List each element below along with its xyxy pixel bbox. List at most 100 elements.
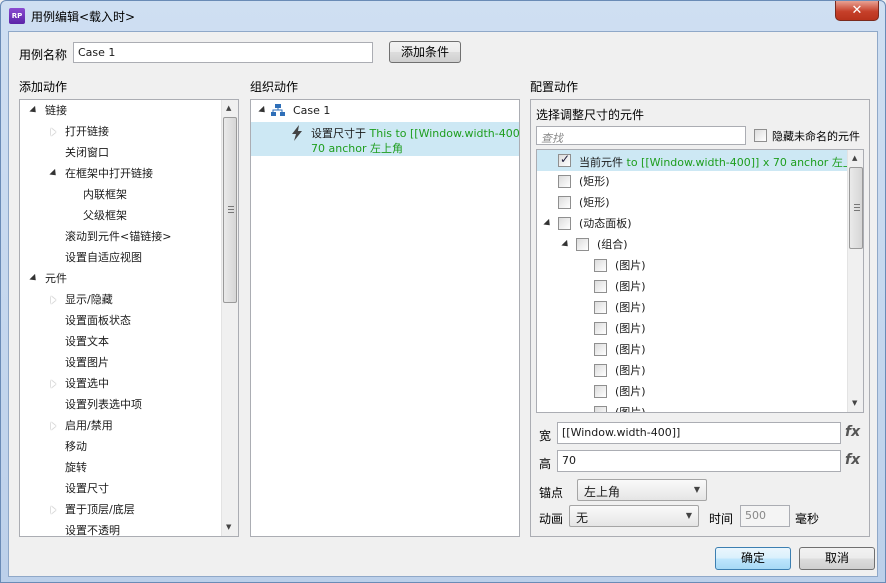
expand-right-icon[interactable]	[51, 422, 56, 430]
action-node-set-size[interactable]: 设置尺寸于 This to [[Window.width-400]] x 70 …	[251, 122, 519, 156]
case-node[interactable]: Case 1	[257, 100, 517, 121]
tree-item-move[interactable]: 移动	[65, 436, 87, 457]
widget-checkbox[interactable]	[594, 259, 607, 272]
widget-checkbox[interactable]	[558, 175, 571, 188]
widget-row[interactable]: (图片)	[537, 360, 847, 381]
widget-checkbox[interactable]	[558, 196, 571, 209]
expand-down-icon[interactable]	[29, 105, 39, 116]
widget-checkbox[interactable]	[594, 280, 607, 293]
organize-actions-tree[interactable]: Case 1 设置尺寸于 This to [[Window.width-400]…	[250, 99, 520, 537]
case-name-label: 用例名称	[19, 48, 68, 62]
widget-row[interactable]: (图片)	[537, 402, 847, 412]
action-detail-line2: 70 anchor 左上角	[311, 142, 403, 155]
ok-button[interactable]: 确定	[715, 547, 791, 570]
config-actions-header: 配置动作	[530, 80, 579, 94]
case-node-label: Case 1	[293, 104, 331, 117]
expand-down-icon[interactable]	[29, 273, 39, 284]
width-label: 宽	[539, 429, 552, 443]
case-tree-icon	[271, 104, 285, 116]
animation-label: 动画	[539, 512, 564, 526]
height-fx-button[interactable]: fx	[845, 452, 860, 468]
axure-rp-icon: RP	[9, 8, 25, 24]
expand-right-icon[interactable]	[51, 380, 56, 388]
current-widget-checkbox[interactable]	[558, 152, 571, 167]
close-button[interactable]: ✕	[835, 1, 879, 21]
widget-row[interactable]: (图片)	[537, 255, 847, 276]
ms-label: 毫秒	[795, 512, 820, 526]
tree-item-set-list-selection[interactable]: 设置列表选中项	[65, 394, 142, 415]
height-label: 高	[539, 457, 552, 471]
scroll-down-icon[interactable]: ▼	[852, 399, 857, 407]
widget-checkbox[interactable]	[576, 238, 589, 251]
widget-checkbox[interactable]	[594, 406, 607, 412]
expand-down-icon[interactable]	[258, 105, 268, 116]
hide-unnamed-checkbox[interactable]	[754, 129, 767, 142]
tree-item-set-image[interactable]: 设置图片	[65, 352, 109, 373]
chevron-down-icon: ▼	[685, 511, 692, 520]
tree-item-set-adaptive-view[interactable]: 设置自适应视图	[65, 247, 142, 268]
height-input[interactable]: 70	[557, 450, 841, 472]
case-name-input[interactable]: Case 1	[73, 42, 373, 63]
tree-item-rotate[interactable]: 旋转	[65, 457, 87, 478]
widget-list[interactable]: 当前元件 to [[Window.width-400]] x 70 anchor…	[536, 149, 864, 413]
scroll-down-icon[interactable]: ▼	[226, 523, 231, 531]
widget-row[interactable]: (图片)	[537, 381, 847, 402]
action-detail-line1: This to [[Window.width-400]] x	[369, 127, 520, 140]
time-label: 时间	[709, 512, 734, 526]
select-widgets-title: 选择调整尺寸的元件	[536, 108, 645, 122]
widget-row[interactable]: (组合)	[537, 234, 847, 255]
expand-down-icon[interactable]	[49, 168, 59, 179]
expand-down-icon[interactable]	[561, 239, 571, 250]
dialog-body: 用例名称 Case 1 添加条件 添加动作 组织动作 配置动作 链接 打开链接 …	[8, 31, 878, 577]
tree-item-set-size[interactable]: 设置尺寸	[65, 478, 109, 499]
widget-row[interactable]: (图片)	[537, 276, 847, 297]
window-title: 用例编辑<载入时>	[31, 10, 136, 24]
add-actions-tree[interactable]: 链接 打开链接 关闭窗口 在框架中打开链接 内联框架 父级框架 滚动到元件<锚链…	[19, 99, 239, 537]
widget-list-scrollbar[interactable]: ▲ ▼	[847, 150, 863, 412]
search-input[interactable]: 查找	[536, 126, 746, 145]
dialog-window: RP 用例编辑<载入时> ✕ 用例名称 Case 1 添加条件 添加动作 组织动…	[0, 0, 886, 583]
expand-down-icon[interactable]	[543, 218, 553, 229]
widget-row-current[interactable]: 当前元件 to [[Window.width-400]] x 70 anchor…	[537, 150, 863, 171]
tree-item-set-panel-state[interactable]: 设置面板状态	[65, 310, 131, 331]
animation-select[interactable]: 无 ▼	[569, 505, 699, 527]
widget-checkbox[interactable]	[558, 217, 571, 230]
widget-row[interactable]: (图片)	[537, 339, 847, 360]
scroll-up-icon[interactable]: ▲	[852, 154, 857, 162]
organize-actions-header: 组织动作	[250, 80, 299, 94]
title-bar[interactable]: RP 用例编辑<载入时> ✕	[1, 1, 885, 31]
widget-checkbox[interactable]	[594, 322, 607, 335]
time-input[interactable]: 500	[740, 505, 790, 527]
add-condition-button[interactable]: 添加条件	[389, 41, 461, 63]
hide-unnamed-label: 隐藏未命名的元件	[772, 130, 860, 143]
widget-checkbox[interactable]	[594, 343, 607, 356]
tree-item-set-opacity[interactable]: 设置不透明	[65, 520, 120, 536]
config-actions-panel: 选择调整尺寸的元件 查找 隐藏未命名的元件 当前元件 to [[Window.w…	[530, 99, 870, 537]
width-fx-button[interactable]: fx	[845, 424, 860, 440]
tree-item-set-text[interactable]: 设置文本	[65, 331, 109, 352]
scroll-thumb[interactable]	[849, 167, 863, 249]
widget-row[interactable]: (图片)	[537, 318, 847, 339]
widget-checkbox[interactable]	[594, 301, 607, 314]
width-input[interactable]: [[Window.width-400]]	[557, 422, 841, 444]
widget-checkbox[interactable]	[594, 385, 607, 398]
widget-row[interactable]: (动态面板)	[537, 213, 847, 234]
widget-row[interactable]: (图片)	[537, 297, 847, 318]
expand-right-icon[interactable]	[51, 506, 56, 514]
cancel-button[interactable]: 取消	[799, 547, 875, 570]
widget-row[interactable]: (矩形)	[537, 171, 847, 192]
scroll-up-icon[interactable]: ▲	[226, 104, 231, 112]
expand-right-icon[interactable]	[51, 128, 56, 136]
add-actions-header: 添加动作	[19, 80, 68, 94]
tree-item-parent-frame[interactable]: 父级框架	[83, 205, 127, 226]
anchor-select[interactable]: 左上角 ▼	[577, 479, 707, 501]
tree-item-inline-frame[interactable]: 内联框架	[83, 184, 127, 205]
widget-checkbox[interactable]	[594, 364, 607, 377]
tree-item-close-window[interactable]: 关闭窗口	[65, 142, 109, 163]
widget-row[interactable]: (矩形)	[537, 192, 847, 213]
expand-right-icon[interactable]	[51, 296, 56, 304]
add-actions-scrollbar[interactable]: ▲ ▼	[221, 100, 238, 536]
tree-item-scroll-to-widget[interactable]: 滚动到元件<锚链接>	[65, 226, 171, 247]
anchor-label: 锚点	[539, 486, 564, 500]
scroll-thumb[interactable]	[223, 117, 237, 303]
